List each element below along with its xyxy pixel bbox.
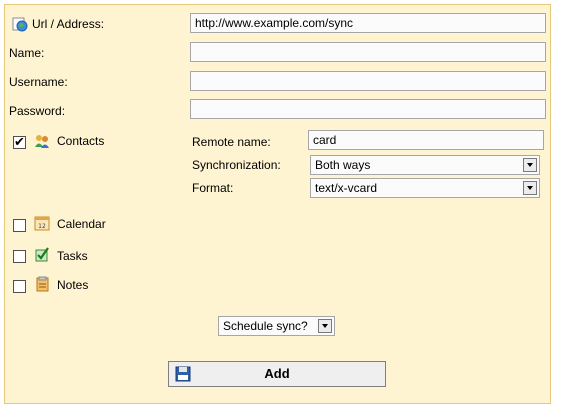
notes-checkbox[interactable] — [13, 280, 26, 293]
tasks-icon — [34, 246, 50, 262]
remote-name-input[interactable] — [308, 130, 544, 150]
url-label: Url / Address: — [32, 17, 105, 31]
contacts-checkbox[interactable]: ✔ — [13, 134, 26, 149]
contacts-label: Contacts — [57, 134, 105, 148]
floppy-disk-icon — [175, 366, 191, 382]
remote-name-label: Remote name: — [192, 135, 271, 149]
notes-label: Notes — [57, 278, 89, 292]
chevron-down-icon[interactable] — [318, 319, 332, 333]
schedule-sync-select[interactable]: Schedule sync? — [218, 316, 335, 336]
calendar-label: Calendar — [57, 217, 106, 231]
tasks-checkbox[interactable] — [13, 250, 26, 263]
name-label: Name: — [9, 46, 45, 60]
chevron-down-icon[interactable] — [523, 158, 537, 172]
password-label: Password: — [9, 104, 66, 118]
synchronization-select[interactable]: Both ways — [310, 155, 540, 175]
synchronization-value: Both ways — [315, 158, 371, 172]
username-label: Username: — [9, 75, 68, 89]
calendar-checkbox[interactable] — [13, 219, 26, 232]
schedule-sync-value: Schedule sync? — [223, 319, 308, 333]
format-select[interactable]: text/x-vcard — [310, 178, 540, 198]
calendar-icon: 12 — [34, 215, 50, 231]
synchronization-label: Synchronization: — [192, 158, 281, 172]
globe-icon — [12, 16, 28, 32]
format-value: text/x-vcard — [315, 181, 378, 195]
url-input[interactable] — [190, 13, 546, 33]
contacts-icon — [34, 133, 50, 149]
password-input[interactable] — [190, 99, 546, 119]
checkmark-icon: ✔ — [14, 134, 25, 149]
tasks-label: Tasks — [57, 249, 88, 263]
name-input[interactable] — [190, 42, 546, 62]
format-label: Format: — [192, 181, 234, 195]
username-input[interactable] — [190, 71, 546, 91]
sync-account-panel: Url / Address: Name: Username: Password:… — [4, 4, 551, 404]
notes-icon — [34, 276, 50, 292]
chevron-down-icon[interactable] — [523, 181, 537, 195]
add-button-label: Add — [264, 366, 290, 381]
svg-text:12: 12 — [38, 223, 46, 230]
add-button[interactable]: Add — [168, 361, 386, 387]
